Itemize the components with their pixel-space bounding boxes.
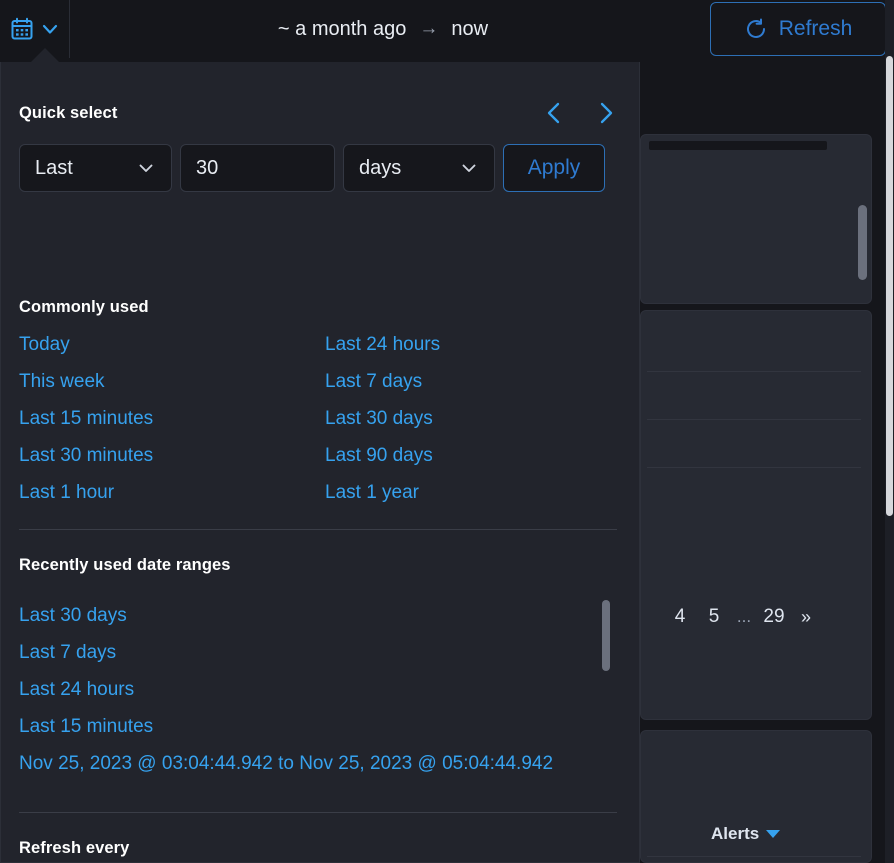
- commonly-used-item-last-1-hour[interactable]: Last 1 hour: [19, 474, 325, 511]
- card-row-divider: [647, 371, 861, 372]
- recently-used-item[interactable]: Last 24 hours: [19, 671, 601, 708]
- commonly-used-item-last-15-minutes[interactable]: Last 15 minutes: [19, 400, 325, 437]
- commonly-used-item-last-24-hours[interactable]: Last 24 hours: [325, 326, 619, 363]
- alerts-dropdown[interactable]: Alerts: [711, 824, 781, 844]
- range-start-label[interactable]: ~ a month ago: [278, 18, 406, 41]
- top-toolbar: ~ a month ago → now Refresh: [0, 0, 894, 58]
- pagination[interactable]: 4 5 ... 29 »: [663, 603, 821, 631]
- range-arrow-icon: →: [419, 18, 439, 39]
- pagination-ellipsis: ...: [736, 607, 752, 626]
- apply-button[interactable]: Apply: [503, 144, 605, 192]
- quick-select-header: Quick select: [19, 100, 618, 126]
- card-scrollbar[interactable]: [858, 205, 867, 280]
- chevron-left-icon[interactable]: [542, 100, 568, 126]
- refresh-every-title: Refresh every: [19, 839, 130, 857]
- commonly-used-item-last-30-minutes[interactable]: Last 30 minutes: [19, 437, 325, 474]
- chevron-down-icon: [139, 164, 153, 172]
- recently-used-list: Last 30 days Last 7 days Last 24 hours L…: [19, 597, 601, 777]
- card-header-strip: [649, 141, 827, 150]
- pagination-page[interactable]: 4: [663, 603, 697, 631]
- triangle-down-icon: [766, 830, 781, 838]
- browser-scrollbar-track[interactable]: [885, 0, 894, 863]
- commonly-used-item-last-7-days[interactable]: Last 7 days: [325, 363, 619, 400]
- quick-select-unit-select[interactable]: days: [343, 144, 495, 192]
- quick-select-direction-select[interactable]: Last: [19, 144, 172, 192]
- card-row-divider: [647, 856, 861, 857]
- pagination-next[interactable]: »: [791, 604, 821, 631]
- range-end-label[interactable]: now: [451, 18, 488, 41]
- recently-used-title: Recently used date ranges: [19, 556, 231, 574]
- app-root: 4 5 ... 29 » Alerts ~ a month ago → now …: [0, 0, 894, 863]
- commonly-used-item-this-week[interactable]: This week: [19, 363, 325, 400]
- recently-used-scrollbar[interactable]: [602, 600, 610, 671]
- pagination-page[interactable]: 5: [697, 603, 731, 631]
- refresh-button[interactable]: Refresh: [710, 2, 886, 56]
- pagination-page[interactable]: 29: [757, 603, 791, 631]
- divider: [19, 812, 617, 813]
- background-card-bottom: Alerts: [640, 730, 872, 863]
- chevron-down-icon: [462, 164, 476, 172]
- divider: [19, 529, 617, 530]
- date-range-display[interactable]: ~ a month ago → now: [71, 0, 695, 58]
- quick-select-unit-value: days: [359, 156, 402, 179]
- calendar-icon: [11, 17, 32, 40]
- quick-select-amount-value: 30: [196, 156, 219, 179]
- quick-select-title: Quick select: [19, 103, 118, 122]
- date-picker-popover: Quick select Last 30 days Apply Commonly…: [0, 62, 640, 863]
- recently-used-item[interactable]: Last 30 days: [19, 597, 601, 634]
- quick-select-controls: Last 30 days Apply: [19, 144, 605, 192]
- commonly-used-item-last-90-days[interactable]: Last 90 days: [325, 437, 619, 474]
- card-row-divider: [647, 467, 861, 468]
- commonly-used-title: Commonly used: [19, 298, 149, 316]
- browser-scrollbar-thumb[interactable]: [886, 56, 893, 516]
- recently-used-item[interactable]: Last 7 days: [19, 634, 601, 671]
- commonly-used-item-last-30-days[interactable]: Last 30 days: [325, 400, 619, 437]
- quick-select-nav: [542, 100, 618, 126]
- chevron-down-icon: [42, 24, 57, 34]
- quick-select-amount-input[interactable]: 30: [180, 144, 335, 192]
- commonly-used-list: Today Last 24 hours This week Last 7 day…: [19, 326, 619, 511]
- commonly-used-item-last-1-year[interactable]: Last 1 year: [325, 474, 619, 511]
- background-card-middle: 4 5 ... 29 »: [640, 310, 872, 720]
- apply-label: Apply: [527, 156, 581, 179]
- quick-select-direction-value: Last: [35, 156, 73, 179]
- chevron-right-icon[interactable]: [592, 100, 618, 126]
- card-row-divider: [647, 419, 861, 420]
- popover-caret: [30, 48, 60, 63]
- refresh-label: Refresh: [778, 17, 853, 40]
- recently-used-item[interactable]: Last 15 minutes: [19, 708, 601, 745]
- refresh-icon: [746, 18, 765, 38]
- recently-used-item[interactable]: Nov 25, 2023 @ 03:04:44.942 to Nov 25, 2…: [19, 745, 601, 777]
- alerts-label: Alerts: [711, 824, 760, 843]
- commonly-used-item-today[interactable]: Today: [19, 326, 325, 363]
- background-card-top: [640, 134, 872, 304]
